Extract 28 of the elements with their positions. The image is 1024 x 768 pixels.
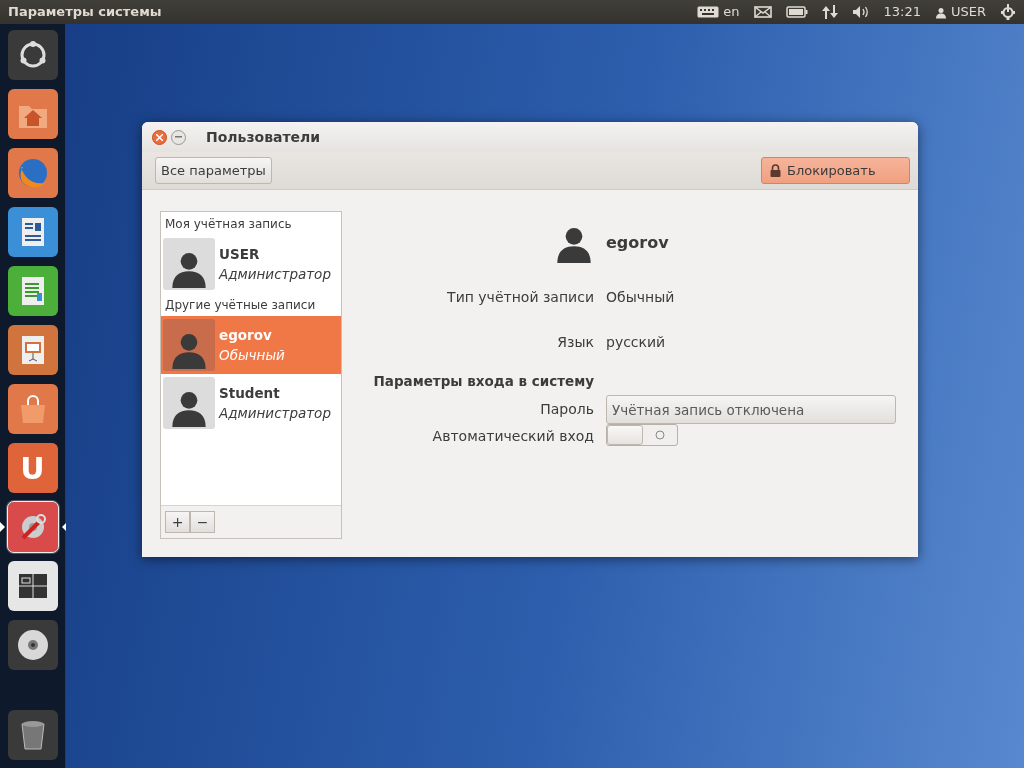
user-role: Обычный xyxy=(219,346,285,365)
clock-label[interactable]: 13:21 xyxy=(883,2,921,22)
field-label: Пароль xyxy=(539,400,594,420)
group-heading: Моя учётная запись xyxy=(164,216,293,233)
lock-button[interactable]: Блокировать xyxy=(761,156,910,185)
field-label: Тип учётной записи xyxy=(446,288,594,307)
field-label: Язык xyxy=(556,333,594,352)
section-heading: Параметры входа в систему xyxy=(372,372,594,391)
user-name: Student xyxy=(219,383,281,403)
user-name: USER xyxy=(219,244,261,264)
user-role: Администратор xyxy=(219,265,331,284)
user-name-label[interactable]: USER xyxy=(951,2,986,22)
all-settings-button[interactable]: Все параметры xyxy=(155,156,272,185)
add-user-button[interactable]: + xyxy=(165,511,190,533)
password-button[interactable]: Учётная запись отключена xyxy=(606,395,896,425)
user-list-item[interactable]: USER Администратор xyxy=(161,235,341,293)
detail-user-name: egorov xyxy=(606,232,670,254)
window-title: Пользователи xyxy=(206,127,321,147)
user-name: egorov xyxy=(219,325,273,345)
field-label: Автоматический вход xyxy=(431,427,594,447)
keyboard-layout-label[interactable]: en xyxy=(723,2,740,22)
panel-title: Параметры системы xyxy=(8,3,162,22)
user-list-item[interactable]: Student Администратор xyxy=(161,374,341,432)
remove-user-button[interactable]: − xyxy=(190,511,215,533)
user-role: Администратор xyxy=(219,404,331,423)
field-value: Обычный xyxy=(606,288,676,307)
field-value: русский xyxy=(606,333,667,352)
group-heading: Другие учётные записи xyxy=(164,297,317,314)
